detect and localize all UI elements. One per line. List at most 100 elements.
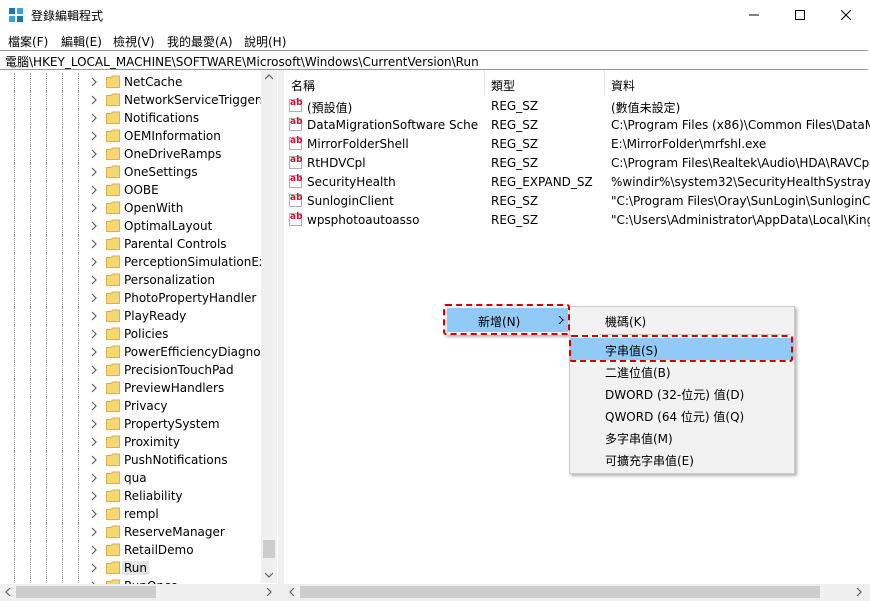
tree-guide-line <box>30 523 31 541</box>
menu-item-new[interactable]: 新增(N) <box>447 308 568 332</box>
chevron-right-icon[interactable] <box>89 311 99 321</box>
scroll-left-icon[interactable] <box>289 588 295 596</box>
chevron-right-icon[interactable] <box>89 563 99 573</box>
value-row[interactable]: RtHDVCpl REG_SZ C:\Program Files\Realtek\A… <box>284 153 870 172</box>
tree-vertical-scrollbar[interactable] <box>261 70 277 583</box>
minimize-button[interactable] <box>731 0 777 30</box>
value-row[interactable]: SunloginClient REG_SZ "C:\Program Files\Or… <box>284 191 870 210</box>
tree-item[interactable]: Parental Controls <box>0 235 262 253</box>
tree-item[interactable]: Personalization <box>0 271 262 289</box>
submenu-item-key[interactable]: 機碼(K) <box>570 309 794 331</box>
chevron-right-icon[interactable] <box>89 491 99 501</box>
chevron-right-icon[interactable] <box>89 347 99 357</box>
submenu-item-multi-string-value[interactable]: 多字串值(M) <box>570 426 794 448</box>
tree-item[interactable]: PrecisionTouchPad <box>0 361 262 379</box>
tree-item[interactable]: PushNotifications <box>0 451 262 469</box>
value-row[interactable]: DataMigrationSoftware Sche... REG_SZ C:\Pr… <box>284 115 870 134</box>
tree-item[interactable]: OneSettings <box>0 163 262 181</box>
submenu-item-dword-value[interactable]: DWORD (32-位元) 值(D) <box>570 382 794 404</box>
column-header-type[interactable]: 類型 <box>484 70 604 95</box>
tree-item[interactable]: OpenWith <box>0 199 262 217</box>
chevron-right-icon[interactable] <box>89 293 99 303</box>
menu-edit[interactable]: 編輯(E) <box>61 33 102 50</box>
chevron-right-icon[interactable] <box>89 131 99 141</box>
chevron-right-icon[interactable] <box>89 509 99 519</box>
chevron-right-icon[interactable] <box>89 95 99 105</box>
tree-item[interactable]: Run <box>0 559 262 577</box>
tree-item[interactable]: rempl <box>0 505 262 523</box>
tree-item[interactable]: OEMInformation <box>0 127 262 145</box>
chevron-right-icon[interactable] <box>89 473 99 483</box>
scroll-right-icon[interactable] <box>266 588 272 596</box>
tree-item[interactable]: PowerEfficiencyDiagnos <box>0 343 267 361</box>
chevron-right-icon[interactable] <box>89 329 99 339</box>
submenu-item-expandable-string-value[interactable]: 可擴充字串值(E) <box>570 448 794 470</box>
chevron-right-icon[interactable] <box>89 77 99 87</box>
tree-item[interactable]: PropertySystem <box>0 415 262 433</box>
tree-item[interactable]: ReserveManager <box>0 523 262 541</box>
chevron-right-icon[interactable] <box>89 365 99 375</box>
menu-help[interactable]: 說明(H) <box>244 33 286 50</box>
tree-item[interactable]: OOBE <box>0 181 262 199</box>
tree-item[interactable]: Proximity <box>0 433 262 451</box>
menu-favorites[interactable]: 我的最愛(A) <box>167 33 233 50</box>
tree-item[interactable]: PhotoPropertyHandler <box>0 289 262 307</box>
tree-scroll-thumb[interactable] <box>263 540 275 558</box>
chevron-right-icon[interactable] <box>89 545 99 555</box>
tree-horizontal-scrollbar[interactable] <box>0 584 278 601</box>
address-bar[interactable]: 電腦\HKEY_LOCAL_MACHINE\SOFTWARE\Microsoft… <box>0 50 868 70</box>
tree-guide-line <box>30 433 31 451</box>
tree-item[interactable]: NetCache <box>0 73 262 91</box>
tree-item[interactable]: Notifications <box>0 109 262 127</box>
tree-item[interactable]: PreviewHandlers <box>0 379 262 397</box>
key-tree[interactable]: NetCache NetworkServiceTriggers Notificati… <box>0 70 278 601</box>
chevron-right-icon[interactable] <box>89 455 99 465</box>
column-header-data[interactable]: 資料 <box>604 70 870 95</box>
title-bar: 登錄編輯程式 <box>0 0 870 30</box>
close-button[interactable] <box>823 0 869 30</box>
scroll-left-icon[interactable] <box>5 588 11 596</box>
column-header-name[interactable]: 名稱 <box>284 70 484 95</box>
tree-item[interactable]: qua <box>0 469 262 487</box>
value-row[interactable]: MirrorFolderShell REG_SZ E:\MirrorFolder\m… <box>284 134 870 153</box>
value-row[interactable]: wpsphotoautoasso REG_SZ "C:\Users\Administ… <box>284 210 870 229</box>
submenu-item-binary-value[interactable]: 二進位值(B) <box>570 360 794 382</box>
chevron-right-icon[interactable] <box>89 383 99 393</box>
chevron-right-icon[interactable] <box>89 167 99 177</box>
chevron-right-icon[interactable] <box>89 221 99 231</box>
value-row[interactable]: (預設值) REG_SZ (數值未設定) <box>284 96 870 115</box>
submenu-item-qword-value[interactable]: QWORD (64 位元) 值(Q) <box>570 404 794 426</box>
maximize-button[interactable] <box>777 0 823 30</box>
tree-guide-line <box>62 235 63 253</box>
scroll-up-icon[interactable] <box>265 74 273 80</box>
submenu-item-string-value[interactable]: 字串值(S) <box>570 338 794 360</box>
chevron-right-icon[interactable] <box>89 257 99 267</box>
chevron-right-icon[interactable] <box>89 185 99 195</box>
chevron-right-icon[interactable] <box>89 437 99 447</box>
tree-item[interactable]: RetailDemo <box>0 541 262 559</box>
chevron-right-icon[interactable] <box>89 239 99 249</box>
scroll-right-icon[interactable] <box>856 588 862 596</box>
chevron-right-icon[interactable] <box>89 113 99 123</box>
tree-item[interactable]: OptimalLayout <box>0 217 262 235</box>
chevron-right-icon[interactable] <box>89 527 99 537</box>
tree-item[interactable]: Reliability <box>0 487 262 505</box>
value-row[interactable]: SecurityHealth REG_EXPAND_SZ %windir%\syst… <box>284 172 870 191</box>
scroll-down-icon[interactable] <box>265 572 273 578</box>
menu-view[interactable]: 檢視(V) <box>113 33 155 50</box>
chevron-right-icon[interactable] <box>89 275 99 285</box>
chevron-right-icon[interactable] <box>89 149 99 159</box>
chevron-right-icon[interactable] <box>89 401 99 411</box>
menu-file[interactable]: 檔案(F) <box>8 33 48 50</box>
tree-item[interactable]: PlayReady <box>0 307 262 325</box>
list-hscroll-thumb[interactable] <box>300 586 820 598</box>
tree-item[interactable]: Privacy <box>0 397 262 415</box>
tree-item[interactable]: PerceptionSimulationExt <box>0 253 271 271</box>
list-horizontal-scrollbar[interactable] <box>284 584 870 601</box>
chevron-right-icon[interactable] <box>89 203 99 213</box>
tree-item[interactable]: OneDriveRamps <box>0 145 262 163</box>
chevron-right-icon[interactable] <box>89 419 99 429</box>
tree-item[interactable]: Policies <box>0 325 262 343</box>
tree-item[interactable]: NetworkServiceTriggers <box>0 91 266 109</box>
tree-hscroll-thumb[interactable] <box>16 586 156 598</box>
